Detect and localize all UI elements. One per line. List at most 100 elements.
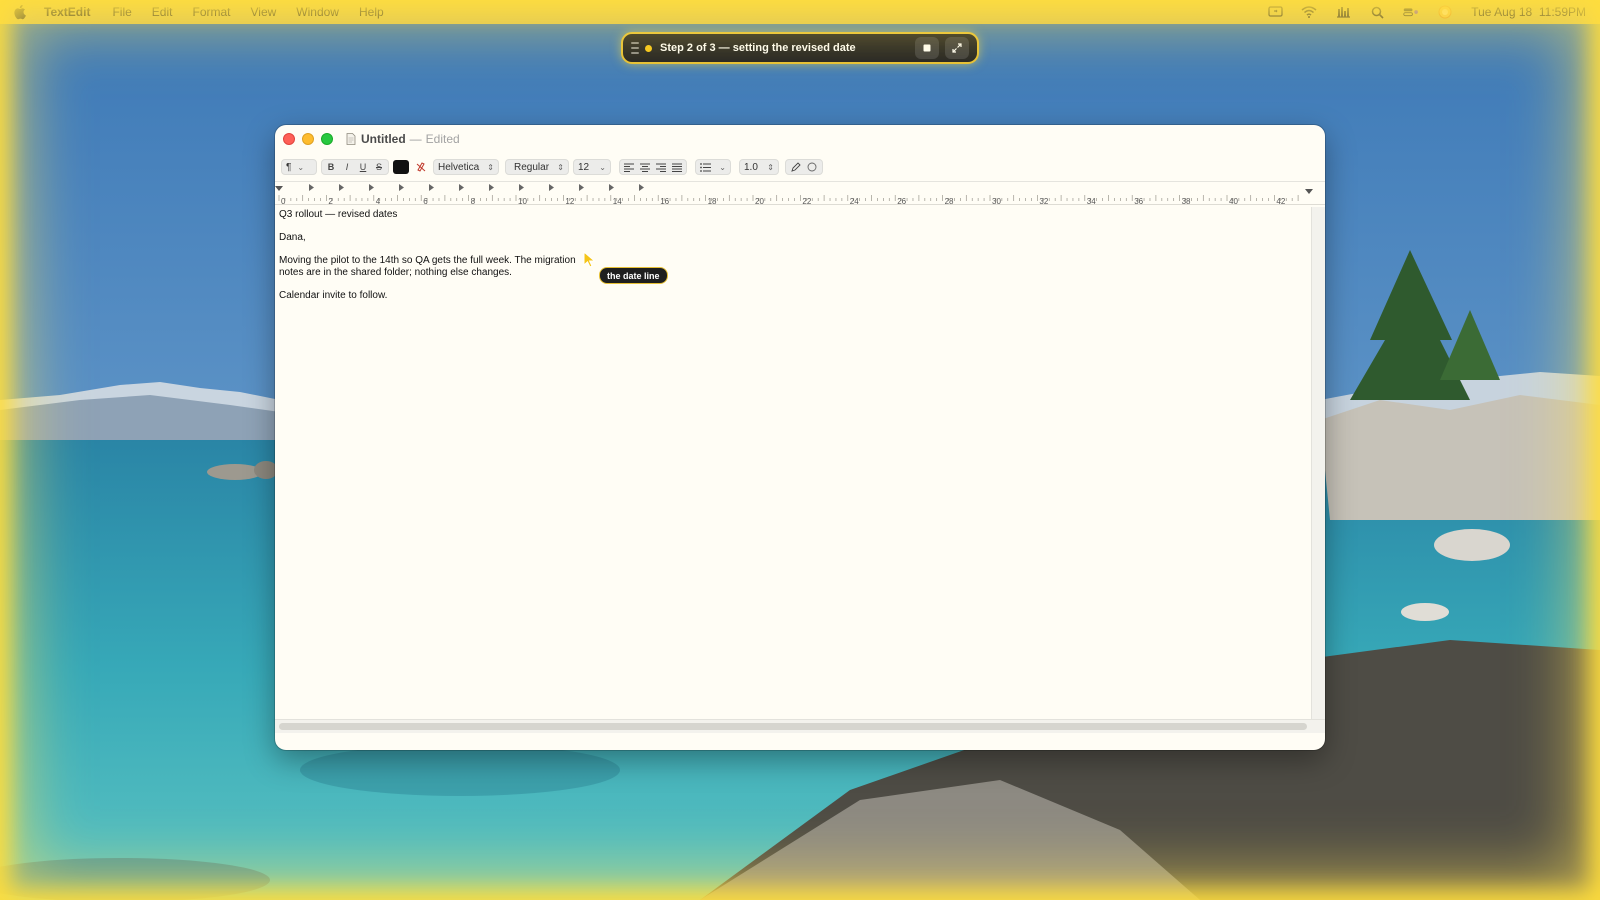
ruler-label: 34 xyxy=(1087,197,1096,206)
stop-icon xyxy=(923,44,931,52)
align-left-icon xyxy=(624,163,634,172)
right-margin-marker xyxy=(1305,189,1313,194)
status-dot-icon xyxy=(645,44,652,52)
apple-icon[interactable] xyxy=(14,4,30,20)
document-closing: Calendar invite to follow. xyxy=(279,290,388,301)
ruler-label: 16 xyxy=(660,197,669,206)
text-ruler[interactable]: 0 2 4 6 8 10 12 14 16 18 20 22 24 26 28 30 32 34 36 38 40 42 xyxy=(275,181,1325,206)
align-right-button[interactable] xyxy=(653,159,669,175)
expand-icon xyxy=(952,43,962,53)
horizontal-scrollbar[interactable] xyxy=(275,719,1325,733)
textedit-window: Untitled — Edited ¶ ⌄ B I U S Helvetica … xyxy=(275,125,1325,750)
tab-stop-marker xyxy=(459,184,464,191)
document-salutation: Dana, xyxy=(279,232,306,243)
clear-format-icon xyxy=(416,162,426,172)
font-style-popup[interactable]: Regular ⇕ xyxy=(505,159,569,175)
wifi-icon[interactable] xyxy=(1301,5,1317,19)
menu-file[interactable]: File xyxy=(112,5,131,19)
line-spacing-popup[interactable]: 1.0 ⇕ xyxy=(739,159,779,175)
align-center-icon xyxy=(640,163,650,172)
ruler-label: 12 xyxy=(565,197,574,206)
chevron-down-icon: ⌄ xyxy=(599,162,606,172)
align-right-icon xyxy=(656,163,666,172)
body-line-2: notes are in the shared folder; nothing … xyxy=(279,267,512,278)
document-text-area[interactable]: Q3 rollout — revised dates Dana, Moving … xyxy=(279,209,1307,717)
zoom-window-button[interactable] xyxy=(321,133,333,145)
up-down-chevron-icon: ⇕ xyxy=(487,162,494,172)
window-title-group: Untitled — Edited xyxy=(346,132,460,146)
window-title: Untitled xyxy=(361,132,406,146)
ruler-label: 40 xyxy=(1229,197,1238,206)
vertical-scrollbar[interactable] xyxy=(1311,207,1325,719)
ruler-label: 2 xyxy=(328,197,333,206)
paragraph-style-popup[interactable]: ¶ ⌄ xyxy=(281,159,317,175)
tab-stop-marker xyxy=(399,184,404,191)
mouse-cursor-icon xyxy=(583,251,596,268)
bold-button[interactable]: B xyxy=(323,159,339,175)
ruler-label: 6 xyxy=(423,197,428,206)
window-titlebar[interactable]: Untitled — Edited xyxy=(275,125,1325,153)
justify-button[interactable] xyxy=(669,159,685,175)
tab-stop-marker xyxy=(429,184,434,191)
siri-icon[interactable] xyxy=(1437,5,1453,19)
chevron-down-icon: ⌄ xyxy=(719,162,726,172)
up-down-chevron-icon: ⇕ xyxy=(767,162,774,172)
list-style-popup[interactable]: ⌄ xyxy=(695,159,731,175)
menu-app-name[interactable]: TextEdit xyxy=(44,5,90,19)
title-separator: — xyxy=(409,132,422,146)
underline-button[interactable]: U xyxy=(355,159,371,175)
menu-format[interactable]: Format xyxy=(192,5,230,19)
minimize-window-button[interactable] xyxy=(302,133,314,145)
menubar-status-area: Tue Aug 18 11:59PM xyxy=(1267,5,1586,19)
document-heading: Q3 rollout — revised dates xyxy=(279,209,398,220)
ruler-label: 32 xyxy=(1039,197,1048,206)
align-center-button[interactable] xyxy=(637,159,653,175)
italic-button[interactable]: I xyxy=(339,159,355,175)
horizontal-scroll-thumb[interactable] xyxy=(279,723,1307,730)
ruler-label: 38 xyxy=(1182,197,1191,206)
ruler-label: 0 xyxy=(281,197,286,206)
text-style-group: B I U S xyxy=(321,159,389,175)
ruler-label: 10 xyxy=(518,197,527,206)
menu-window[interactable]: Window xyxy=(296,5,339,19)
font-family-popup[interactable]: Helvetica ⇕ xyxy=(433,159,499,175)
drag-handle-icon[interactable] xyxy=(631,42,639,54)
tab-stop-marker xyxy=(549,184,554,191)
font-size-value: 12 xyxy=(578,161,590,173)
document-body: Moving the pilot to the 14th so QA gets … xyxy=(279,255,1307,279)
expand-button[interactable] xyxy=(945,37,969,59)
clear-style-button[interactable] xyxy=(413,159,429,175)
ruler-label: 14 xyxy=(613,197,622,206)
agent-target-tooltip: the date line xyxy=(599,267,668,284)
ruler-label: 26 xyxy=(897,197,906,206)
tab-stop-marker xyxy=(519,184,524,191)
stop-button[interactable] xyxy=(915,37,939,59)
ruler-label: 4 xyxy=(376,197,381,206)
circle-icon xyxy=(807,162,817,172)
strikethrough-button[interactable]: S xyxy=(371,159,387,175)
menubar-clock[interactable]: Tue Aug 18 11:59PM xyxy=(1471,5,1586,19)
agent-pill-controls xyxy=(909,37,969,59)
control-center-icon[interactable] xyxy=(1403,5,1419,19)
menu-view[interactable]: View xyxy=(251,5,277,19)
line-spacing-value: 1.0 xyxy=(744,161,758,173)
tooltip-text: the date line xyxy=(607,270,660,281)
menu-help[interactable]: Help xyxy=(359,5,384,19)
screen-share-icon[interactable] xyxy=(1267,5,1283,19)
markup-pen-button[interactable] xyxy=(788,159,804,175)
align-left-button[interactable] xyxy=(621,159,637,175)
activity-icon[interactable] xyxy=(1335,5,1351,19)
tab-stop-marker xyxy=(339,184,344,191)
close-window-button[interactable] xyxy=(283,133,295,145)
menu-edit[interactable]: Edit xyxy=(152,5,173,19)
shape-button[interactable] xyxy=(804,159,820,175)
ruler-label: 20 xyxy=(755,197,764,206)
text-color-well[interactable] xyxy=(393,160,409,174)
search-icon[interactable] xyxy=(1369,5,1385,19)
format-toolbar: ¶ ⌄ B I U S Helvetica ⇕ Regular ⇕ 12 ⌄ ⌄… xyxy=(275,153,1325,181)
ruler-label: 28 xyxy=(945,197,954,206)
markup-group xyxy=(785,159,823,175)
font-size-combo[interactable]: 12 ⌄ xyxy=(573,159,611,175)
menu-bar: TextEdit File Edit Format View Window He… xyxy=(0,0,1600,24)
ruler-label: 18 xyxy=(708,197,717,206)
